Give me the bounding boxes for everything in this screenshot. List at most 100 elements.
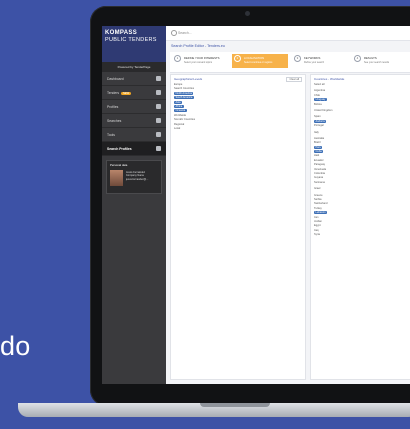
- geo-levels-heading: Geographical Levels: [174, 77, 203, 81]
- list-item-label: Turkey: [314, 206, 322, 210]
- list-item-label: Peru: [314, 145, 323, 149]
- step-title: LOCALISATION: [244, 56, 265, 60]
- list-item-label: Guyana: [314, 176, 324, 180]
- countries-panel: Countries - Worldwide Select all Argentin…: [310, 74, 410, 380]
- list-item-label: Iraq: [314, 228, 319, 232]
- menu-icon: [156, 76, 161, 81]
- sidebar-item[interactable]: Dashboard: [102, 72, 166, 86]
- list-item-label: Egypt: [314, 224, 321, 228]
- list-item-label: Non-EU Countries: [174, 118, 196, 122]
- sidebar-item[interactable]: Tenders NEW: [102, 86, 166, 100]
- countries-heading: Countries - Worldwide: [314, 77, 345, 81]
- top-bar: Search...: [166, 26, 410, 41]
- list-item-label: Paraguay: [314, 163, 326, 167]
- sidebar-item[interactable]: Tools: [102, 128, 166, 142]
- avatar: [110, 170, 123, 186]
- list-item-label: Local: [174, 126, 181, 130]
- wizard-step[interactable]: 3 KEYWORDS Refine your search: [292, 54, 348, 68]
- step-sub: Select your relevant topics: [184, 61, 213, 64]
- list-item-label: Italy: [314, 130, 319, 134]
- step-sub: See your search results: [364, 61, 390, 64]
- countries-list: Select all Argentina Chile Uruguay Bolivia Un…: [311, 83, 410, 238]
- sidebar-item-label: Profiles: [107, 105, 119, 109]
- list-item-label: Asia: [174, 100, 183, 104]
- list-item-label: Africa: [174, 104, 184, 108]
- step-num: 1: [174, 55, 181, 62]
- list-item-label: Portugal: [314, 124, 324, 128]
- list-item-label: Ecuador: [314, 158, 324, 162]
- wizard-step[interactable]: 4 RESULTS See your search results: [352, 54, 408, 68]
- list-item-label: Regional: [174, 122, 185, 126]
- list-item-label: Spain: [314, 115, 321, 119]
- brand-line2: PUBLIC TENDERS: [105, 37, 157, 43]
- wizard-step[interactable]: 1 DEFINE YOUR INTERESTS Select your releva…: [172, 54, 228, 68]
- wizard-steps: 1 DEFINE YOUR INTERESTS Select your releva…: [170, 52, 410, 73]
- list-item-label: Search Countries: [174, 87, 195, 91]
- list-item-label: Select all: [314, 83, 325, 86]
- powered-by: Powered by TenderPage: [102, 62, 166, 72]
- sidebar-item[interactable]: Profiles: [102, 100, 166, 114]
- list-item-label: Lebanon: [314, 211, 328, 215]
- sidebar-item[interactable]: Searches: [102, 114, 166, 128]
- search-icon[interactable]: [171, 30, 177, 36]
- profile-title: Personal data: [110, 163, 128, 167]
- menu-icon: [156, 118, 161, 123]
- list-item-label: Jordan: [314, 219, 322, 223]
- step-num: 4: [354, 55, 361, 62]
- menu-icon: [156, 104, 161, 109]
- sidebar-item-label: Dashboard: [107, 77, 124, 81]
- list-item-label: Cuba: [314, 150, 324, 154]
- screen: KOMPASS PUBLIC TENDERS Powered by Tender…: [102, 26, 410, 384]
- step-title: DEFINE YOUR INTERESTS: [184, 56, 220, 60]
- search-input[interactable]: Search...: [178, 31, 192, 35]
- profile-details: Jesús Fernández Company Name jesus.ferna…: [126, 171, 148, 181]
- sidebar-item-label: Tools: [107, 133, 115, 137]
- list-item-label: Oceania: [174, 109, 187, 113]
- list-item-label: Uruguay: [314, 98, 327, 102]
- geo-levels-panel: Geographical Levels Clear all Europe Sear…: [170, 74, 306, 380]
- list-item-label: Chile: [314, 93, 320, 97]
- menu-icon: [156, 90, 161, 95]
- list-item-label: Venezuela: [314, 167, 327, 171]
- list-item-label: Bolivia: [314, 102, 322, 106]
- profile-card[interactable]: Personal data Jesús Fernández Company Na…: [106, 160, 162, 194]
- list-item-label: Argentina: [314, 89, 326, 93]
- list-item-label: Colombia: [314, 172, 325, 176]
- sidebar-nav: Dashboard Tenders NEW Profiles Searches Tools…: [102, 72, 166, 156]
- camera: [245, 11, 250, 16]
- sidebar-item-label: Search Profiles: [107, 147, 132, 151]
- sidebar: KOMPASS PUBLIC TENDERS Powered by Tender…: [102, 26, 166, 384]
- list-item-label: Europe: [174, 83, 183, 86]
- step-title: RESULTS: [364, 56, 377, 60]
- profile-email: jesus.fernandez@...: [126, 177, 149, 181]
- brand-logo[interactable]: KOMPASS PUBLIC TENDERS: [102, 26, 166, 62]
- list-item-label: Israel: [314, 187, 321, 191]
- list-item-label: United Kingdom: [314, 108, 333, 112]
- background-text: do: [0, 331, 31, 361]
- list-item-label: Serbia: [314, 197, 322, 201]
- geo-levels-list: Europe Search Countries North America South…: [171, 83, 305, 131]
- list-item-label: Greece: [314, 193, 323, 197]
- list-item-label: Suriname: [314, 180, 326, 184]
- brand-line1: KOMPASS: [105, 30, 137, 36]
- sidebar-item-label: Tenders: [107, 91, 120, 95]
- page-title: Search Profile Editor - Tenders.eu: [171, 44, 225, 48]
- sidebar-item[interactable]: Search Profiles: [102, 142, 166, 156]
- clear-button[interactable]: Clear all: [286, 77, 302, 82]
- list-item[interactable]: Local: [171, 127, 305, 131]
- list-item-label: Worldwide: [174, 113, 187, 117]
- step-num: 3: [294, 55, 301, 62]
- step-title: KEYWORDS: [304, 56, 321, 60]
- list-item-label: Switzerland: [314, 202, 328, 206]
- list-item-label: Andorra: [314, 119, 327, 123]
- list-item[interactable]: Syria: [311, 233, 410, 237]
- list-item-label: Australia: [314, 136, 325, 140]
- list-item-label: Brazil: [314, 141, 321, 145]
- step-sub: Select countries or regions: [244, 61, 273, 64]
- menu-icon: [156, 146, 161, 151]
- step-sub: Refine your search: [304, 61, 325, 64]
- wizard-step[interactable]: 2 LOCALISATION Select countries or regions: [232, 54, 288, 68]
- list-item-label: North America: [174, 91, 194, 95]
- menu-icon: [156, 132, 161, 137]
- step-num: 2: [234, 55, 241, 62]
